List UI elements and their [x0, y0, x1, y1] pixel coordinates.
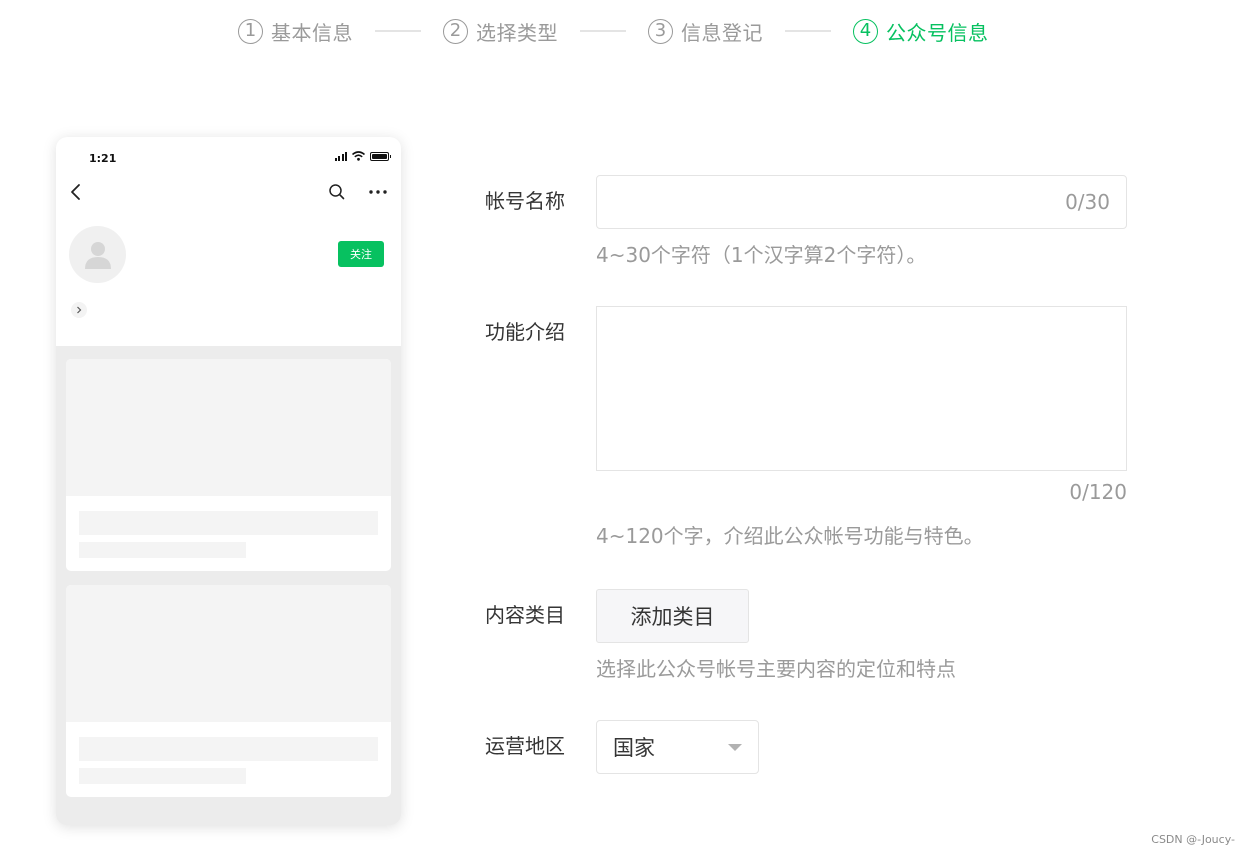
- step-select-type[interactable]: 2 选择类型: [443, 17, 558, 46]
- step-label: 信息登记: [681, 20, 763, 45]
- region-select[interactable]: 国家: [596, 720, 759, 774]
- profile-more-link[interactable]: [71, 302, 87, 318]
- account-name-hint: 4~30个字符（1个汉字算2个字符）。: [596, 243, 927, 267]
- step-info-registration[interactable]: 3 信息登记: [648, 17, 763, 46]
- article-title-placeholder: [79, 737, 378, 761]
- step-number: 2: [443, 18, 468, 44]
- article-placeholder-card: [66, 359, 391, 571]
- account-name-input[interactable]: 0/30: [596, 175, 1127, 229]
- step-basic-info[interactable]: 1 基本信息: [238, 17, 353, 46]
- step-account-info[interactable]: 4 公众号信息: [853, 17, 989, 46]
- add-category-button[interactable]: 添加类目: [596, 589, 749, 643]
- article-cover-placeholder: [66, 359, 391, 496]
- step-connector: [375, 30, 421, 32]
- account-name-counter: 0/30: [1065, 190, 1110, 214]
- back-arrow-icon[interactable]: [68, 182, 84, 202]
- step-connector: [580, 30, 626, 32]
- account-name-label: 帐号名称: [485, 189, 565, 213]
- avatar: [69, 226, 126, 283]
- search-icon[interactable]: [328, 183, 346, 201]
- watermark: CSDN @-Joucy-: [1151, 833, 1235, 846]
- article-title-placeholder: [79, 511, 378, 535]
- intro-counter: 0/120: [1069, 480, 1127, 504]
- status-time: 1:21: [89, 152, 117, 165]
- status-icons: [334, 151, 391, 161]
- intro-hint: 4~120个字，介绍此公众帐号功能与特色。: [596, 524, 984, 548]
- dropdown-caret-icon: [728, 743, 742, 751]
- step-number: 3: [648, 18, 673, 44]
- article-meta-placeholder: [79, 542, 246, 558]
- category-label: 内容类目: [485, 603, 565, 627]
- article-placeholder-card: [66, 585, 391, 797]
- battery-icon: [370, 151, 391, 161]
- step-number: 4: [853, 18, 878, 44]
- article-cover-placeholder: [66, 585, 391, 722]
- step-label: 公众号信息: [886, 20, 989, 45]
- progress-stepper: 1 基本信息 2 选择类型 3 信息登记 4 公众号信息: [238, 14, 989, 48]
- step-label: 基本信息: [271, 20, 353, 45]
- phone-preview: 1:21 关注: [56, 137, 401, 825]
- article-meta-placeholder: [79, 768, 246, 784]
- intro-label: 功能介绍: [485, 320, 565, 344]
- avatar-placeholder-icon: [84, 241, 111, 269]
- category-hint: 选择此公众号帐号主要内容的定位和特点: [596, 657, 956, 681]
- phone-profile-header: 1:21 关注: [56, 137, 401, 346]
- more-icon[interactable]: [368, 185, 388, 199]
- chevron-right-icon: [77, 306, 82, 314]
- step-number: 1: [238, 18, 263, 44]
- step-label: 选择类型: [476, 20, 558, 45]
- follow-button[interactable]: 关注: [338, 241, 384, 267]
- region-label: 运营地区: [485, 734, 565, 758]
- intro-textarea[interactable]: [596, 306, 1127, 471]
- wifi-icon: [352, 151, 365, 161]
- step-connector: [785, 30, 831, 32]
- region-selected-value: 国家: [613, 736, 655, 760]
- signal-icon: [334, 151, 347, 161]
